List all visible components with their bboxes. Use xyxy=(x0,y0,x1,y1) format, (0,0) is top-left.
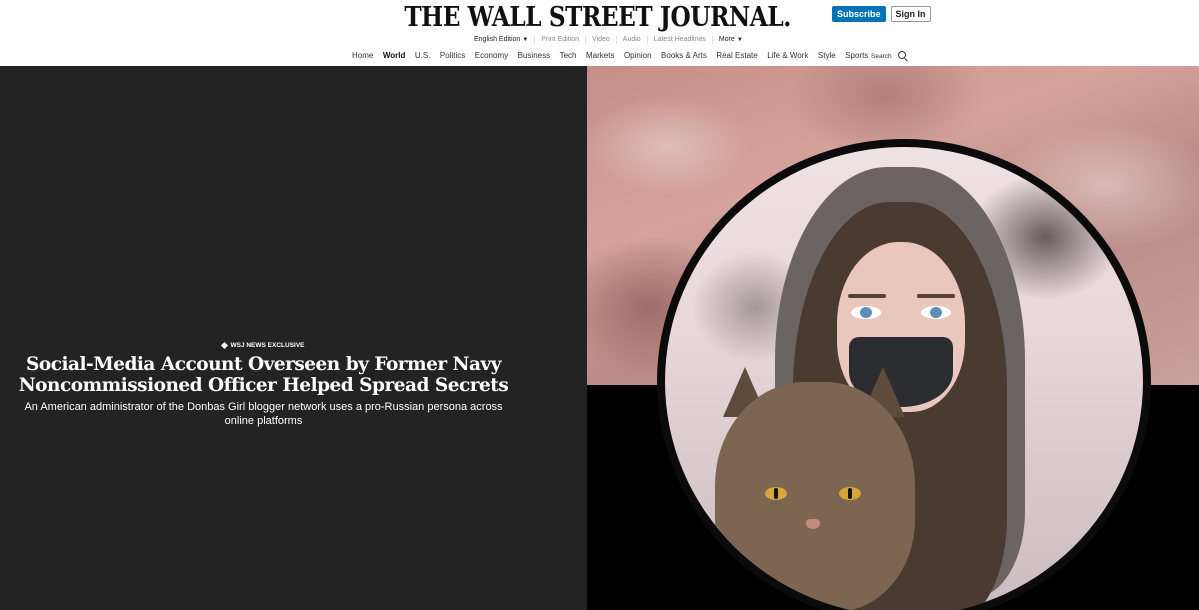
nav-books-arts[interactable]: Books & Arts xyxy=(661,51,707,61)
print-edition-link[interactable]: Print Edition xyxy=(535,36,587,44)
right-brow xyxy=(917,294,955,298)
diamond-icon xyxy=(221,341,229,349)
sign-in-button[interactable]: Sign In xyxy=(890,6,931,22)
article-kicker: WSJ NEWS EXCLUSIVE xyxy=(0,341,527,349)
subscribe-button[interactable]: Subscribe xyxy=(832,6,886,22)
nav-markets[interactable]: Markets xyxy=(586,51,614,61)
site-header: THE WALL STREET JOURNAL. Subscribe Sign … xyxy=(0,0,1199,66)
kicker-label: WSJ NEWS EXCLUSIVE xyxy=(230,342,305,349)
account-buttons: Subscribe Sign In xyxy=(832,6,931,22)
edition-label: English Edition xyxy=(474,36,521,43)
nav-style[interactable]: Style xyxy=(818,51,836,61)
hero-text-panel: WSJ NEWS EXCLUSIVE Social-Media Account … xyxy=(0,66,587,610)
headline-line-1: Social-Media Account Overseen by Former … xyxy=(26,354,501,375)
search-label: Search xyxy=(871,52,892,60)
masthead-logo[interactable]: THE WALL STREET JOURNAL. xyxy=(82,2,1113,33)
nav-real-estate[interactable]: Real Estate xyxy=(716,51,757,61)
nav-home[interactable]: Home xyxy=(352,51,373,61)
main-navigation: Home World U.S. Politics Economy Busines… xyxy=(352,51,878,61)
nav-tech[interactable]: Tech xyxy=(560,51,577,61)
nav-opinion[interactable]: Opinion xyxy=(624,51,652,61)
cat-body xyxy=(715,382,915,610)
sub-navigation: English Edition ▼ Print Edition Video Aud… xyxy=(474,36,749,44)
search-icon xyxy=(897,50,909,62)
cat-left-eye xyxy=(765,487,787,500)
more-label: More xyxy=(718,36,735,43)
caret-down-icon: ▼ xyxy=(522,37,529,43)
nav-world[interactable]: World xyxy=(383,51,406,61)
edition-selector[interactable]: English Edition ▼ xyxy=(474,36,536,44)
article-headline[interactable]: Social-Media Account Overseen by Former … xyxy=(0,354,527,396)
avatar-portrait xyxy=(657,139,1151,610)
audio-link[interactable]: Audio xyxy=(617,36,648,44)
left-eye xyxy=(851,306,881,319)
search-button[interactable]: Search xyxy=(871,50,909,62)
hero-image[interactable] xyxy=(587,66,1199,610)
latest-headlines-link[interactable]: Latest Headlines xyxy=(648,36,713,44)
portrait-illustration xyxy=(665,147,1143,610)
nav-economy[interactable]: Economy xyxy=(475,51,508,61)
headline-line-2: Noncommissioned Officer Helped Spread Se… xyxy=(18,375,509,396)
hero-article: WSJ NEWS EXCLUSIVE Social-Media Account … xyxy=(0,66,1199,610)
nav-us[interactable]: U.S. xyxy=(415,51,431,61)
video-link[interactable]: Video xyxy=(586,36,617,44)
cat-nose xyxy=(806,519,820,529)
left-brow xyxy=(848,294,886,298)
more-menu[interactable]: More ▼ xyxy=(713,36,749,44)
nav-business[interactable]: Business xyxy=(518,51,550,61)
caret-down-icon: ▼ xyxy=(736,37,743,43)
cat-right-eye xyxy=(839,487,861,500)
nav-politics[interactable]: Politics xyxy=(440,51,465,61)
nav-sports[interactable]: Sports xyxy=(845,51,868,61)
nav-life-work[interactable]: Life & Work xyxy=(767,51,808,61)
right-eye xyxy=(921,306,951,319)
article-summary: An American administrator of the Donbas … xyxy=(24,401,503,427)
